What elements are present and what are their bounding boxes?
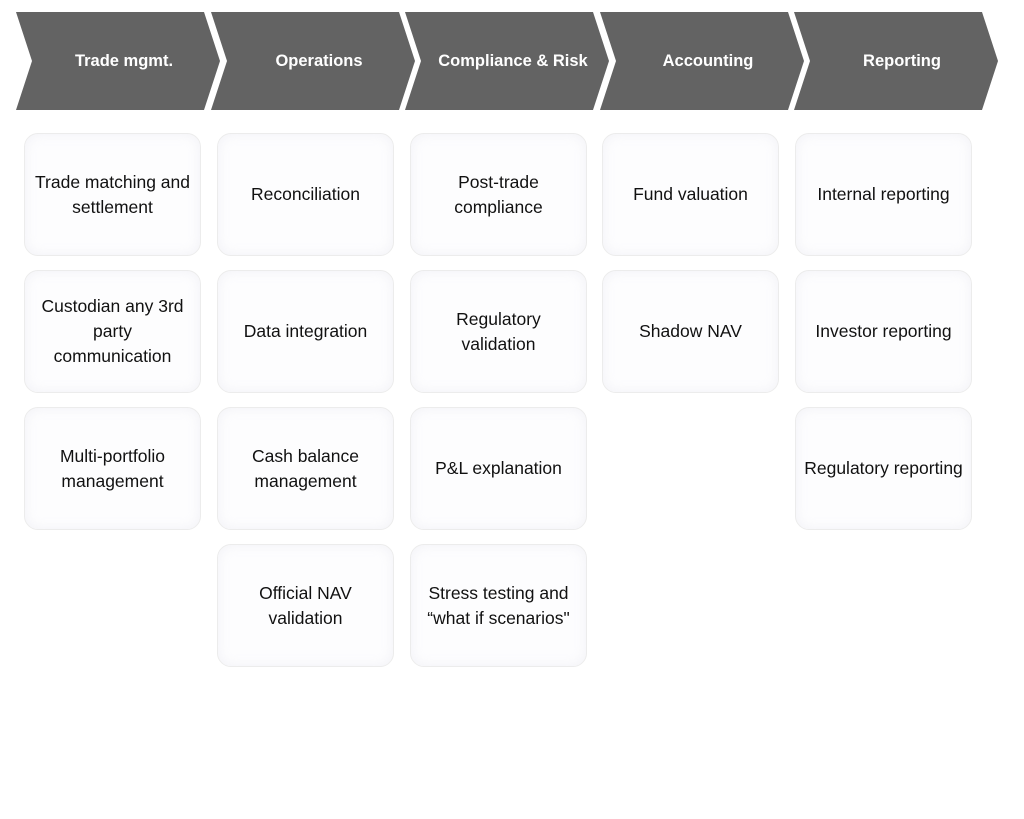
card-multi-portfolio: Multi-portfolio management — [24, 407, 201, 530]
card-data-integration: Data integration — [217, 270, 394, 393]
stage-label: Trade mgmt. — [74, 51, 174, 70]
card-shadow-nav: Shadow NAV — [602, 270, 779, 393]
card-pl-explanation: P&L explanation — [410, 407, 587, 530]
stage-label: Operations — [275, 51, 363, 70]
stage-trade-mgmt: Trade mgmt. — [16, 12, 220, 110]
stage-label: Reporting — [863, 51, 941, 70]
stage-label: Accounting — [662, 51, 754, 70]
stage-compliance-risk: Compliance & Risk — [405, 12, 609, 110]
card-cash-balance: Cash balance management — [217, 407, 394, 530]
stage-label: Compliance & Risk — [438, 51, 588, 70]
stage-accounting: Accounting — [600, 12, 804, 110]
card-regulatory-reporting: Regulatory reporting — [795, 407, 972, 530]
stage-reporting: Reporting — [794, 12, 998, 110]
card-official-nav: Official NAV validation — [217, 544, 394, 667]
stage-operations: Operations — [211, 12, 415, 110]
card-post-trade-compliance: Post-trade compliance — [410, 133, 587, 256]
card-fund-valuation: Fund valuation — [602, 133, 779, 256]
card-custodian-communication: Custodian any 3rd party communication — [24, 270, 201, 393]
card-regulatory-validation: Regulatory validation — [410, 270, 587, 393]
card-reconciliation: Reconciliation — [217, 133, 394, 256]
card-investor-reporting: Investor reporting — [795, 270, 972, 393]
card-stress-testing: Stress testing and “what if scenarios" — [410, 544, 587, 667]
card-internal-reporting: Internal reporting — [795, 133, 972, 256]
card-trade-matching: Trade matching and settlement — [24, 133, 201, 256]
